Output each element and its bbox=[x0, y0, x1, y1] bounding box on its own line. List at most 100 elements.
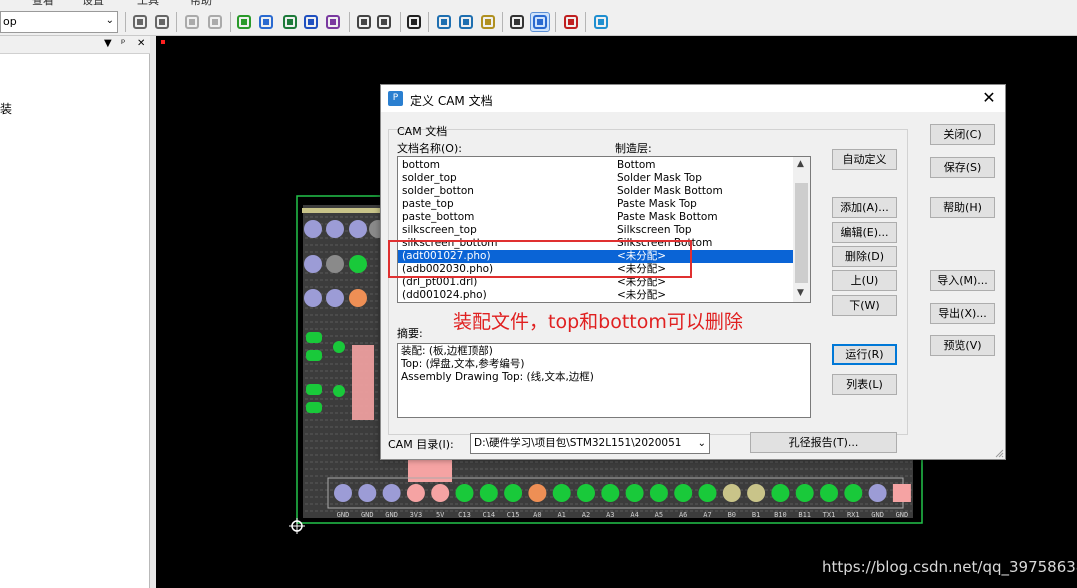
redo-icon[interactable] bbox=[375, 13, 393, 31]
toolbar-separator bbox=[555, 12, 556, 32]
sync-icon[interactable] bbox=[592, 13, 610, 31]
preview-button[interactable]: 预览(V) bbox=[930, 335, 995, 356]
pad-label: GND bbox=[361, 511, 374, 519]
move-up-button[interactable]: 上(U) bbox=[832, 270, 897, 291]
pad-label: A0 bbox=[533, 511, 541, 519]
cam-doc-row[interactable]: solder_botton Solder Mask Bottom bbox=[398, 185, 794, 198]
pad-label: 5V bbox=[436, 511, 445, 519]
chip-icon[interactable] bbox=[281, 13, 299, 31]
edit-button[interactable]: 编辑(E)... bbox=[832, 222, 897, 243]
layer-select[interactable]: op ⌄ bbox=[0, 11, 118, 33]
toolbar-separator bbox=[585, 12, 586, 32]
doc-name: solder_top bbox=[402, 172, 457, 184]
bus-icon[interactable] bbox=[257, 13, 275, 31]
annotation-text: 装配文件，top和bottom可以删除 bbox=[453, 311, 743, 333]
pad-label: GND bbox=[385, 511, 398, 519]
pad-label: B0 bbox=[728, 511, 736, 519]
cam-doc-row[interactable]: solder_top Solder Mask Top bbox=[398, 172, 794, 185]
summary-line: Assembly Drawing Top: (线,文本,边框) bbox=[401, 371, 594, 383]
chevron-down-icon[interactable]: ▼ bbox=[797, 288, 804, 298]
annotation-highlight-box bbox=[388, 240, 692, 278]
layer-b-icon[interactable] bbox=[457, 13, 475, 31]
doc-name: bottom bbox=[402, 159, 440, 171]
doc-layer: Paste Mask Bottom bbox=[617, 211, 718, 223]
menu-item[interactable]: 设置 bbox=[82, 0, 104, 6]
watermark: https://blog.csdn.net/qq_39758638 bbox=[822, 558, 1077, 576]
brush-icon[interactable] bbox=[479, 13, 497, 31]
search-icon[interactable] bbox=[405, 13, 423, 31]
pad-label: 3V3 bbox=[410, 511, 423, 519]
cam-app-icon: P bbox=[388, 91, 403, 106]
camdir-label: CAM 目录(I): bbox=[388, 438, 454, 451]
doc-layer: <未分配> bbox=[617, 289, 667, 301]
list-button[interactable]: 列表(L) bbox=[832, 374, 897, 395]
chevron-up-icon[interactable]: ▲ bbox=[797, 159, 804, 169]
doc-name: (dd001024.pho) bbox=[402, 289, 487, 301]
camdir-select[interactable]: D:\硬件学习\项目包\STM32L151\2020051 ⌄ bbox=[470, 433, 710, 454]
pad-label: GND bbox=[871, 511, 884, 519]
doc-layer: Paste Mask Top bbox=[617, 198, 697, 210]
window-icon[interactable] bbox=[530, 12, 550, 32]
doc-name: solder_botton bbox=[402, 185, 474, 197]
col-name-label: 文档名称(O): bbox=[397, 142, 462, 155]
cam-icon[interactable] bbox=[562, 13, 580, 31]
run-button[interactable]: 运行(R) bbox=[832, 344, 897, 365]
delete-button[interactable]: 删除(D) bbox=[832, 246, 897, 267]
zoom-prev-icon[interactable] bbox=[183, 13, 201, 31]
summary-box: 装配: (板,边框顶部) Top: (焊盘,文本,参考编号) Assembly … bbox=[397, 343, 811, 418]
doc-layer: Solder Mask Bottom bbox=[617, 185, 723, 197]
origin-marker bbox=[161, 40, 165, 44]
panel-close-icon[interactable]: ✕ bbox=[137, 38, 145, 49]
auto-define-button[interactable]: 自动定义 bbox=[832, 149, 897, 170]
save-button[interactable]: 保存(S) bbox=[930, 157, 995, 178]
zoom-next-icon[interactable] bbox=[206, 13, 224, 31]
pin-icon[interactable]: ᵖ bbox=[121, 38, 125, 49]
panel-tree-text[interactable]: 装 bbox=[0, 100, 12, 117]
panel-menu-icon[interactable]: ▼ bbox=[104, 38, 112, 49]
help-button[interactable]: 帮助(H) bbox=[930, 197, 995, 218]
undo-icon[interactable] bbox=[355, 13, 373, 31]
route-icon[interactable] bbox=[235, 13, 253, 31]
cam-doc-row[interactable]: silkscreen_top Silkscreen Top bbox=[398, 224, 794, 237]
pad-label: B11 bbox=[798, 511, 811, 519]
cam-doc-list[interactable]: bottom Bottom solder_top Solder Mask Top sol… bbox=[397, 156, 811, 303]
resize-grip-icon[interactable] bbox=[994, 448, 1004, 458]
cam-doc-row[interactable]: paste_bottom Paste Mask Bottom bbox=[398, 211, 794, 224]
line-icon[interactable] bbox=[302, 13, 320, 31]
pad-label: C13 bbox=[458, 511, 471, 519]
doc-layer: Bottom bbox=[617, 159, 656, 171]
menu-item[interactable]: 工具 bbox=[137, 0, 159, 6]
toolbar-separator bbox=[230, 12, 231, 32]
pad-label: GND bbox=[896, 511, 909, 519]
import-button[interactable]: 导入(M)... bbox=[930, 270, 995, 291]
menu-item[interactable]: 查看 bbox=[32, 0, 54, 6]
cam-doc-row[interactable]: bottom Bottom bbox=[398, 159, 794, 172]
menu-item[interactable]: 帮助 bbox=[190, 0, 212, 6]
list-scrollbar[interactable]: ▲ ▼ bbox=[793, 157, 810, 302]
group-label: CAM 文档 bbox=[397, 125, 448, 138]
scrollbar-thumb[interactable] bbox=[795, 183, 808, 283]
close-icon[interactable]: ✕ bbox=[979, 88, 999, 108]
doc-layer: Silkscreen Top bbox=[617, 224, 692, 236]
export-button[interactable]: 导出(X)... bbox=[930, 303, 995, 324]
layer-a-icon[interactable] bbox=[435, 13, 453, 31]
props-icon[interactable] bbox=[131, 13, 149, 31]
panel-header: ▼ ᵖ ✕ bbox=[0, 36, 150, 54]
cam-doc-row[interactable]: paste_top Paste Mask Top bbox=[398, 198, 794, 211]
refresh-icon[interactable] bbox=[153, 13, 171, 31]
net-icon[interactable] bbox=[324, 13, 342, 31]
move-down-button[interactable]: 下(W) bbox=[832, 295, 897, 316]
summary-line: 装配: (板,边框顶部) bbox=[401, 345, 493, 357]
pad-label: A5 bbox=[655, 511, 663, 519]
close-button[interactable]: 关闭(C) bbox=[930, 124, 995, 145]
menu-bar-fragment: 查看 设置 工具 帮助 bbox=[0, 0, 260, 6]
chevron-down-icon: ⌄ bbox=[697, 438, 706, 449]
cam-doc-row[interactable]: (dd001024.pho) <未分配> bbox=[398, 289, 794, 302]
chevron-down-icon: ⌄ bbox=[105, 15, 114, 26]
add-button[interactable]: 添加(A)... bbox=[832, 197, 897, 218]
select-icon[interactable] bbox=[508, 13, 526, 31]
dialog-titlebar[interactable]: P 定义 CAM 文档 ✕ bbox=[381, 85, 1005, 112]
panel-splitter[interactable] bbox=[150, 36, 156, 588]
hole-report-button[interactable]: 孔径报告(T)... bbox=[750, 432, 897, 453]
summary-label: 摘要: bbox=[397, 327, 423, 340]
